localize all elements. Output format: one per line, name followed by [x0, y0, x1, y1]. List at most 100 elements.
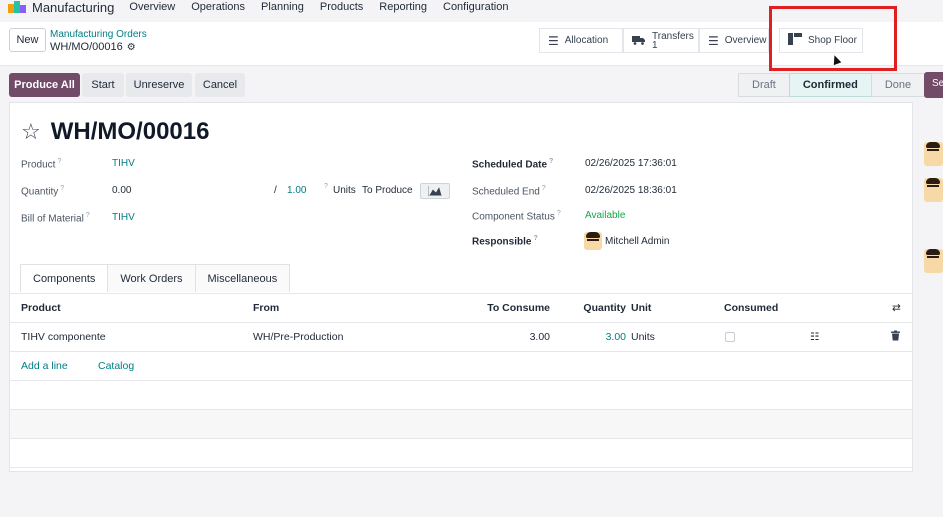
tab-work-orders[interactable]: Work Orders: [107, 264, 196, 292]
unreserve-button[interactable]: Unreserve: [126, 73, 192, 97]
col-consumed[interactable]: Consumed: [724, 302, 778, 314]
cancel-button[interactable]: Cancel: [195, 73, 245, 97]
status-confirmed[interactable]: Confirmed: [788, 73, 872, 97]
product-label: Product?: [21, 158, 61, 170]
units-label: Units: [333, 185, 356, 196]
chatter-avatar: [924, 249, 943, 273]
start-button[interactable]: Start: [82, 73, 124, 97]
column-settings-icon[interactable]: ⇄: [892, 302, 901, 314]
allocation-button[interactable]: ☰ Allocation: [539, 28, 623, 53]
help-icon[interactable]: ?: [60, 185, 64, 192]
manufacturing-app-icon: [8, 1, 26, 13]
status-bar: Draft Confirmed Done: [738, 73, 926, 97]
row-to-consume: 3.00: [529, 331, 550, 343]
menu-overview[interactable]: Overview: [129, 1, 175, 13]
col-from[interactable]: From: [253, 302, 279, 314]
row-product[interactable]: TIHV componente: [21, 331, 106, 343]
quantity-label-text: Quantity: [21, 186, 59, 198]
produce-all-button[interactable]: Produce All: [9, 73, 80, 97]
col-quantity[interactable]: Quantity: [583, 302, 626, 314]
component-status-label-text: Component Status: [472, 211, 555, 223]
quantity-to-produce-field[interactable]: 1.00: [287, 185, 306, 196]
new-button[interactable]: New: [9, 28, 46, 52]
col-to-consume[interactable]: To Consume: [487, 302, 550, 314]
transfers-button[interactable]: Transfers 1: [623, 28, 699, 53]
component-status-value: Available: [585, 210, 626, 221]
scheduled-date-label: Scheduled Date?: [472, 158, 553, 170]
help-icon[interactable]: ?: [57, 158, 61, 165]
to-produce-label: To Produce: [362, 185, 413, 196]
responsible-label: Responsible?: [472, 235, 538, 247]
breadcrumb-current: WH/MO/00016 ⚙: [50, 41, 136, 53]
scheduled-end-label: Scheduled End?: [472, 185, 546, 197]
help-icon[interactable]: ?: [549, 158, 553, 165]
avatar: [584, 232, 602, 250]
transfers-text: Transfers 1: [652, 30, 694, 51]
bom-field[interactable]: TIHV: [112, 212, 135, 223]
quantity-field[interactable]: 0.00: [112, 185, 131, 196]
bom-label: Bill of Material?: [21, 212, 90, 224]
title-row: ☆ WH/MO/00016: [21, 118, 209, 146]
star-icon[interactable]: ☆: [21, 119, 41, 145]
row-unit: Units: [631, 331, 655, 343]
breadcrumb-parent[interactable]: Manufacturing Orders: [50, 29, 147, 40]
tab-miscellaneous[interactable]: Miscellaneous: [194, 264, 291, 292]
responsible-field[interactable]: Mitchell Admin: [605, 236, 669, 247]
scheduled-end-field[interactable]: 02/26/2025 18:36:01: [585, 185, 677, 196]
add-line-link[interactable]: Add a line: [21, 360, 68, 372]
catalog-link[interactable]: Catalog: [98, 360, 134, 372]
transfers-label: Transfers: [652, 30, 694, 42]
app-brand[interactable]: Manufacturing: [8, 0, 114, 15]
product-label-text: Product: [21, 159, 56, 171]
help-icon[interactable]: ?: [86, 212, 90, 219]
app-name: Manufacturing: [32, 0, 115, 15]
quantity-help: ?: [322, 183, 328, 195]
scheduled-date-field[interactable]: 02/26/2025 17:36:01: [585, 158, 677, 169]
quantity-separator: /: [274, 185, 277, 196]
add-line-row: Add a line Catalog: [10, 352, 912, 381]
trash-icon[interactable]: [891, 330, 900, 344]
responsible-label-text: Responsible: [472, 236, 532, 248]
empty-row: [10, 439, 912, 468]
help-icon[interactable]: ?: [557, 210, 561, 217]
components-table: Product From To Consume Quantity Unit Co…: [10, 293, 912, 468]
transfers-count: 1: [652, 39, 658, 51]
bom-label-text: Bill of Material: [21, 213, 84, 225]
overview-label: Overview: [724, 35, 767, 46]
help-icon[interactable]: ?: [324, 183, 328, 190]
record-title: WH/MO/00016: [50, 118, 210, 145]
list-icon: ☰: [548, 33, 559, 48]
tab-components[interactable]: Components: [20, 264, 109, 292]
table-row[interactable]: TIHV componente WH/Pre-Production 3.00 3…: [10, 323, 912, 352]
form-sheet: ☆ WH/MO/00016 Product? TIHV Quantity? 0.…: [9, 102, 913, 472]
status-draft[interactable]: Draft: [738, 73, 790, 97]
scheduled-end-label-text: Scheduled End: [472, 186, 540, 198]
help-icon[interactable]: ?: [533, 235, 537, 242]
row-from[interactable]: WH/Pre-Production: [253, 331, 343, 343]
scheduled-date-label-text: Scheduled Date: [472, 159, 548, 171]
status-done[interactable]: Done: [870, 73, 926, 97]
quantity-label: Quantity?: [21, 185, 64, 197]
empty-row: [10, 410, 912, 439]
row-quantity[interactable]: 3.00: [606, 331, 626, 343]
chatter-avatar: [924, 178, 943, 202]
breadcrumb-current-label: WH/MO/00016: [50, 41, 123, 53]
product-field[interactable]: TIHV: [112, 158, 135, 169]
top-menu: Overview Operations Planning Products Re…: [129, 1, 524, 13]
menu-planning[interactable]: Planning: [261, 1, 304, 13]
menu-operations[interactable]: Operations: [191, 1, 245, 13]
side-panel-button[interactable]: Se: [924, 72, 943, 98]
forecast-chart-icon[interactable]: [420, 183, 450, 199]
menu-products[interactable]: Products: [320, 1, 363, 13]
col-unit[interactable]: Unit: [631, 302, 651, 314]
col-product[interactable]: Product: [21, 302, 61, 314]
consumed-checkbox[interactable]: [725, 332, 735, 342]
menu-reporting[interactable]: Reporting: [379, 1, 427, 13]
detailed-operations-icon[interactable]: ☷: [810, 331, 819, 343]
truck-icon: [632, 35, 646, 46]
allocation-label: Allocation: [564, 35, 609, 46]
overview-button[interactable]: ☰ Overview: [699, 28, 769, 53]
menu-configuration[interactable]: Configuration: [443, 1, 508, 13]
help-icon[interactable]: ?: [542, 185, 546, 192]
gear-icon[interactable]: ⚙: [127, 42, 136, 53]
